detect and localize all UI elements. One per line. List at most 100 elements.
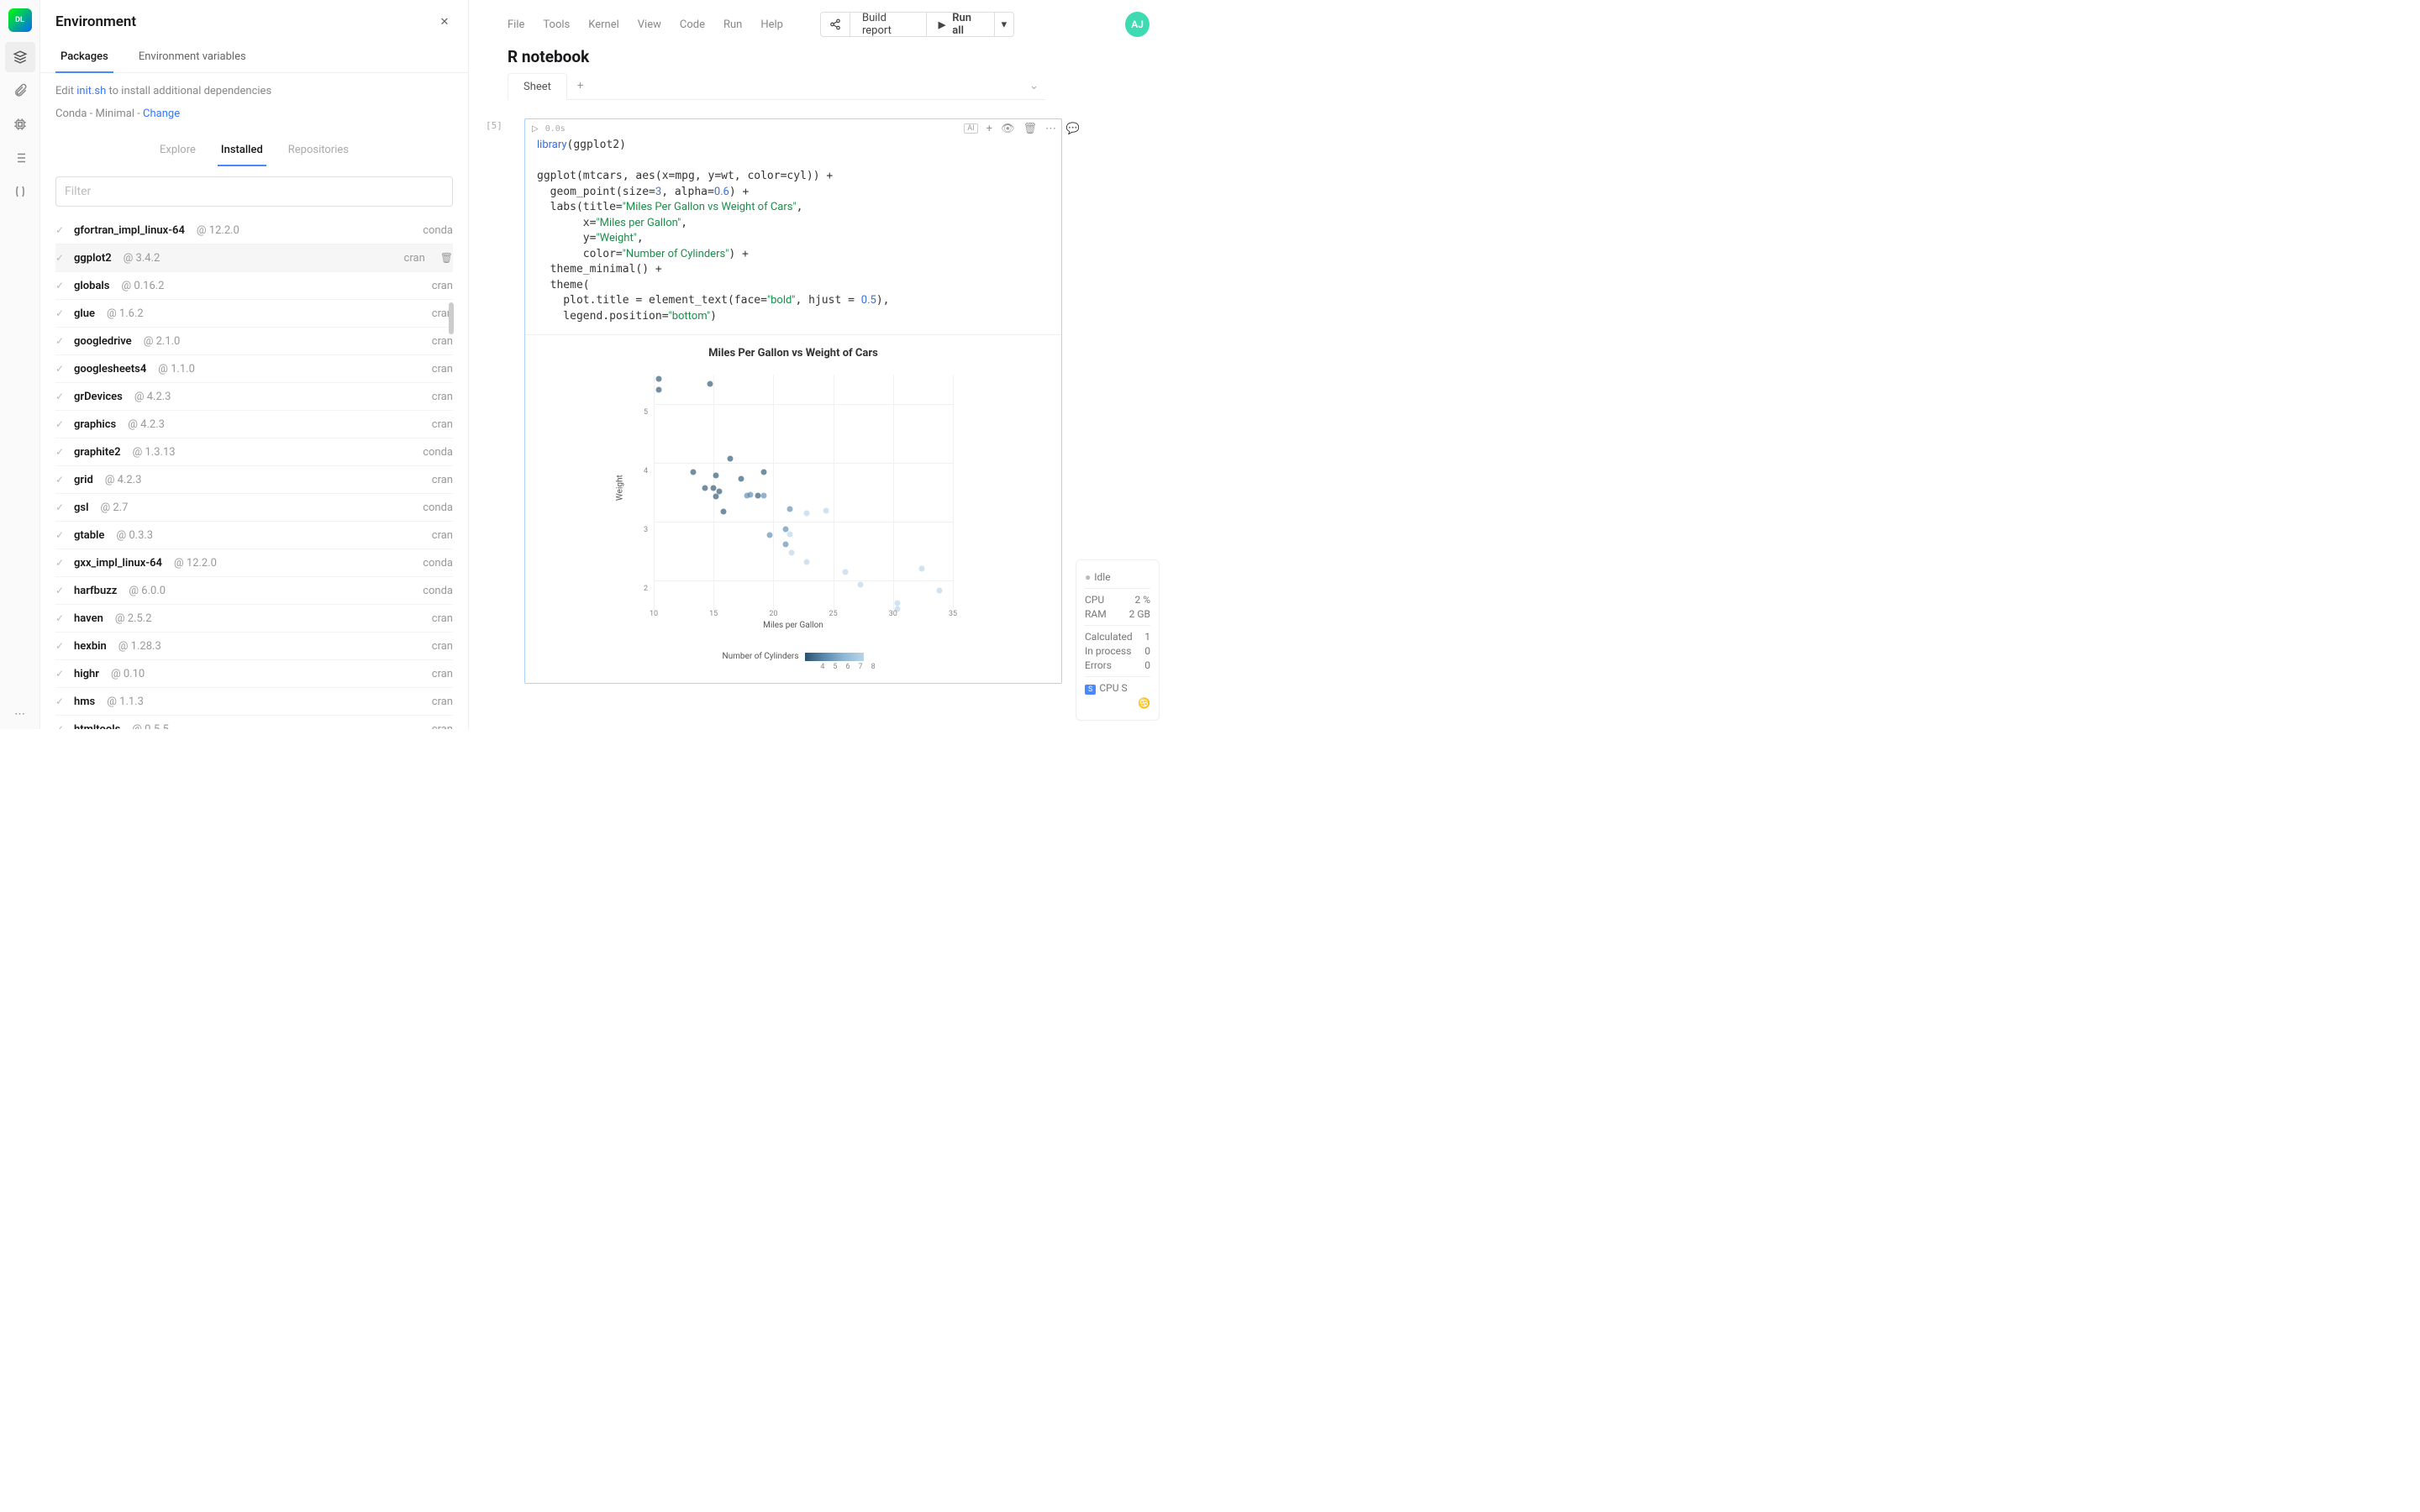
package-row[interactable]: ✓ highr @ 0.10 cran xyxy=(55,660,453,688)
filter-input[interactable] xyxy=(55,176,453,207)
subtab-repositories[interactable]: Repositories xyxy=(285,135,352,166)
cell-more-icon[interactable]: ⋯ xyxy=(1045,123,1056,135)
package-row[interactable]: ✓ htmltools @ 0.5.5 cran xyxy=(55,716,453,729)
menu-file[interactable]: File xyxy=(508,18,524,31)
package-version: @ 3.4.2 xyxy=(124,252,160,265)
left-icon-rail: DL ⋯ xyxy=(0,0,40,729)
menu-run[interactable]: Run xyxy=(723,18,742,31)
cell-time: 0.0s xyxy=(545,124,566,134)
package-row[interactable]: ✓ glue @ 1.6.2 cran xyxy=(55,300,453,328)
delete-cell-icon[interactable]: 🗑 xyxy=(1023,123,1037,135)
build-report-button[interactable]: Build report xyxy=(850,12,927,37)
data-point xyxy=(738,475,744,481)
sidebar-icon-variables[interactable] xyxy=(5,176,35,207)
legend-tick: 8 xyxy=(871,663,876,671)
trash-icon[interactable]: 🗑 xyxy=(440,252,453,264)
package-row[interactable]: ✓ hexbin @ 1.28.3 cran xyxy=(55,633,453,660)
run-dropdown[interactable]: ▾ xyxy=(995,12,1015,37)
check-icon: ✓ xyxy=(55,557,66,569)
package-row[interactable]: ✓ gfortran_impl_linux-64 @ 12.2.0 conda xyxy=(55,217,453,244)
package-row[interactable]: ✓ graphite2 @ 1.3.13 conda xyxy=(55,438,453,466)
data-point xyxy=(782,526,788,532)
code-editor[interactable]: library(ggplot2) ggplot(mtcars, aes(x=mp… xyxy=(525,138,1061,335)
package-subtabs: Explore Installed Repositories xyxy=(40,132,468,166)
package-name: gtable xyxy=(74,529,104,542)
sidebar-icon-environment[interactable] xyxy=(5,42,35,72)
menu-tools[interactable]: Tools xyxy=(543,18,570,31)
change-env-link[interactable]: Change xyxy=(143,108,180,120)
init-sh-link[interactable]: init.sh xyxy=(76,85,106,97)
check-icon: ✓ xyxy=(55,668,66,680)
legend-ticks: 45678 xyxy=(646,663,1050,671)
package-version: @ 12.2.0 xyxy=(197,224,239,237)
package-repo: cran xyxy=(432,280,453,292)
data-point xyxy=(804,510,810,516)
package-repo: cran xyxy=(432,696,453,708)
legend: Number of Cylinders xyxy=(537,652,1050,661)
package-row[interactable]: ✓ ggplot2 @ 3.4.2 cran 🗑 xyxy=(55,244,453,272)
package-row[interactable]: ✓ gxx_impl_linux-64 @ 12.2.0 conda xyxy=(55,549,453,577)
run-all-button[interactable]: ▶Run all xyxy=(927,12,995,37)
add-sheet-button[interactable]: + xyxy=(567,73,593,99)
cell-view-icon[interactable]: 👁 xyxy=(1001,123,1015,135)
package-row[interactable]: ✓ grDevices @ 4.2.3 cran xyxy=(55,383,453,411)
sheet-tabs: Sheet + ⌄ xyxy=(508,73,1045,100)
subtab-explore[interactable]: Explore xyxy=(156,135,199,166)
menu-code[interactable]: Code xyxy=(680,18,705,31)
sheet-tab[interactable]: Sheet xyxy=(508,73,567,100)
menu-kernel[interactable]: Kernel xyxy=(588,18,619,31)
code-cell[interactable]: ▷ 0.0s AI + 👁 🗑 ⋯ 💬 library(ggplot2) ggp… xyxy=(524,118,1062,684)
data-point xyxy=(787,506,793,512)
check-icon: ✓ xyxy=(55,363,66,375)
sidebar-icon-attachments[interactable] xyxy=(5,76,35,106)
package-version: @ 0.10 xyxy=(111,668,145,680)
package-row[interactable]: ✓ graphics @ 4.2.3 cran xyxy=(55,411,453,438)
data-point xyxy=(788,550,794,556)
tab-env-variables[interactable]: Environment variables xyxy=(134,42,251,72)
avatar[interactable]: AJ xyxy=(1125,12,1150,37)
menu-help[interactable]: Help xyxy=(760,18,783,31)
package-row[interactable]: ✓ gtable @ 0.3.3 cran xyxy=(55,522,453,549)
data-point xyxy=(711,486,717,491)
package-row[interactable]: ✓ globals @ 0.16.2 cran xyxy=(55,272,453,300)
menu-view[interactable]: View xyxy=(638,18,661,31)
package-row[interactable]: ✓ googledrive @ 2.1.0 cran xyxy=(55,328,453,355)
package-list[interactable]: ✓ gfortran_impl_linux-64 @ 12.2.0 conda … xyxy=(40,217,468,729)
package-row[interactable]: ✓ haven @ 2.5.2 cran xyxy=(55,605,453,633)
scrollbar-thumb[interactable] xyxy=(449,302,454,334)
package-repo: conda xyxy=(423,224,453,237)
package-name: gsl xyxy=(74,501,88,514)
package-name: highr xyxy=(74,668,99,680)
package-row[interactable]: ✓ gsl @ 2.7 conda xyxy=(55,494,453,522)
app-logo[interactable]: DL xyxy=(8,8,32,32)
y-tick: 3 xyxy=(644,526,648,534)
environment-panel: Environment ✕ Packages Environment varia… xyxy=(40,0,469,729)
package-row[interactable]: ✓ googlesheets4 @ 1.1.0 cran xyxy=(55,355,453,383)
package-name: gfortran_impl_linux-64 xyxy=(74,224,185,237)
share-button[interactable] xyxy=(820,12,850,37)
tab-packages[interactable]: Packages xyxy=(55,42,113,73)
subtab-installed[interactable]: Installed xyxy=(218,135,266,166)
run-cell-icon[interactable]: ▷ xyxy=(532,124,539,134)
package-name: ggplot2 xyxy=(74,252,112,265)
data-point xyxy=(690,470,696,475)
data-point xyxy=(858,581,864,587)
package-repo: cran xyxy=(432,335,453,348)
sidebar-icon-outline[interactable] xyxy=(5,143,35,173)
sidebar-icon-more[interactable]: ⋯ xyxy=(5,699,35,729)
sheets-dropdown-icon[interactable]: ⌄ xyxy=(1029,80,1039,92)
package-repo: conda xyxy=(423,501,453,514)
comment-icon[interactable]: 💬 xyxy=(1066,123,1080,135)
package-row[interactable]: ✓ grid @ 4.2.3 cran xyxy=(55,466,453,494)
data-point xyxy=(895,600,901,606)
package-version: @ 4.2.3 xyxy=(134,391,171,403)
package-version: @ 12.2.0 xyxy=(174,557,217,570)
sidebar-icon-compute[interactable] xyxy=(5,109,35,139)
ai-icon[interactable]: AI xyxy=(964,123,977,134)
close-icon[interactable]: ✕ xyxy=(436,13,453,30)
package-name: hms xyxy=(74,696,95,708)
check-icon: ✓ xyxy=(55,501,66,513)
package-row[interactable]: ✓ hms @ 1.1.3 cran xyxy=(55,688,453,716)
package-row[interactable]: ✓ harfbuzz @ 6.0.0 conda xyxy=(55,577,453,605)
add-cell-icon[interactable]: + xyxy=(986,123,992,135)
